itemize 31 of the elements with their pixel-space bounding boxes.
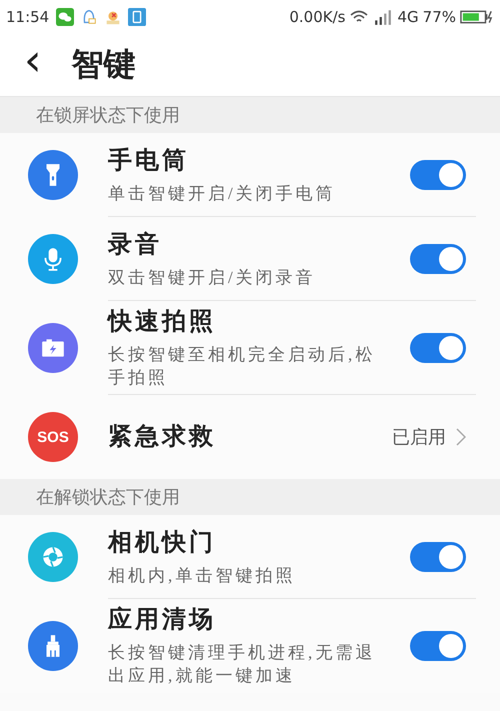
network-speed: 0.00K/s [289, 8, 346, 26]
toggle-switch[interactable] [410, 542, 466, 572]
toggle-switch[interactable] [410, 631, 466, 661]
page-title: 智键 [72, 45, 136, 84]
sos-icon: SOS [28, 412, 78, 462]
item-description: 长按智键清理手机进程,无需退出应用,就能一键加速 [108, 642, 376, 687]
status-value: 已启用 [392, 426, 446, 449]
clock: 11:54 [6, 8, 50, 26]
back-button[interactable]: ‹ [18, 39, 48, 91]
item-description: 双击智键开启/关闭录音 [108, 266, 317, 288]
chevron-right-icon[interactable] [456, 428, 466, 446]
item-title: 相机快门 [108, 528, 217, 558]
section-header: 在解锁状态下使用 [0, 479, 500, 515]
item-title: 录音 [108, 230, 163, 260]
chat-app-icon [55, 8, 76, 26]
phone-manager-icon [127, 8, 148, 26]
item-title: 应用清场 [108, 605, 217, 635]
battery-percent: 77% [422, 8, 456, 26]
section-header: 在锁屏状态下使用 [0, 97, 500, 133]
item-title: 手电筒 [108, 146, 190, 176]
item-title: 紧急求救 [108, 422, 217, 452]
battery-charging-icon [460, 9, 494, 25]
item-description: 单击智键开启/关闭手电筒 [108, 182, 337, 204]
signal-icon [373, 8, 394, 26]
toggle-switch[interactable] [410, 244, 466, 274]
item-description: 长按智键至相机完全启动后,松手拍照 [108, 344, 376, 389]
toggle-switch[interactable] [410, 160, 466, 190]
item-description: 相机内,单击智键拍照 [108, 564, 296, 586]
toggle-switch[interactable] [410, 333, 466, 363]
item-title: 快速拍照 [108, 308, 217, 337]
network-type: 4G [397, 8, 419, 26]
